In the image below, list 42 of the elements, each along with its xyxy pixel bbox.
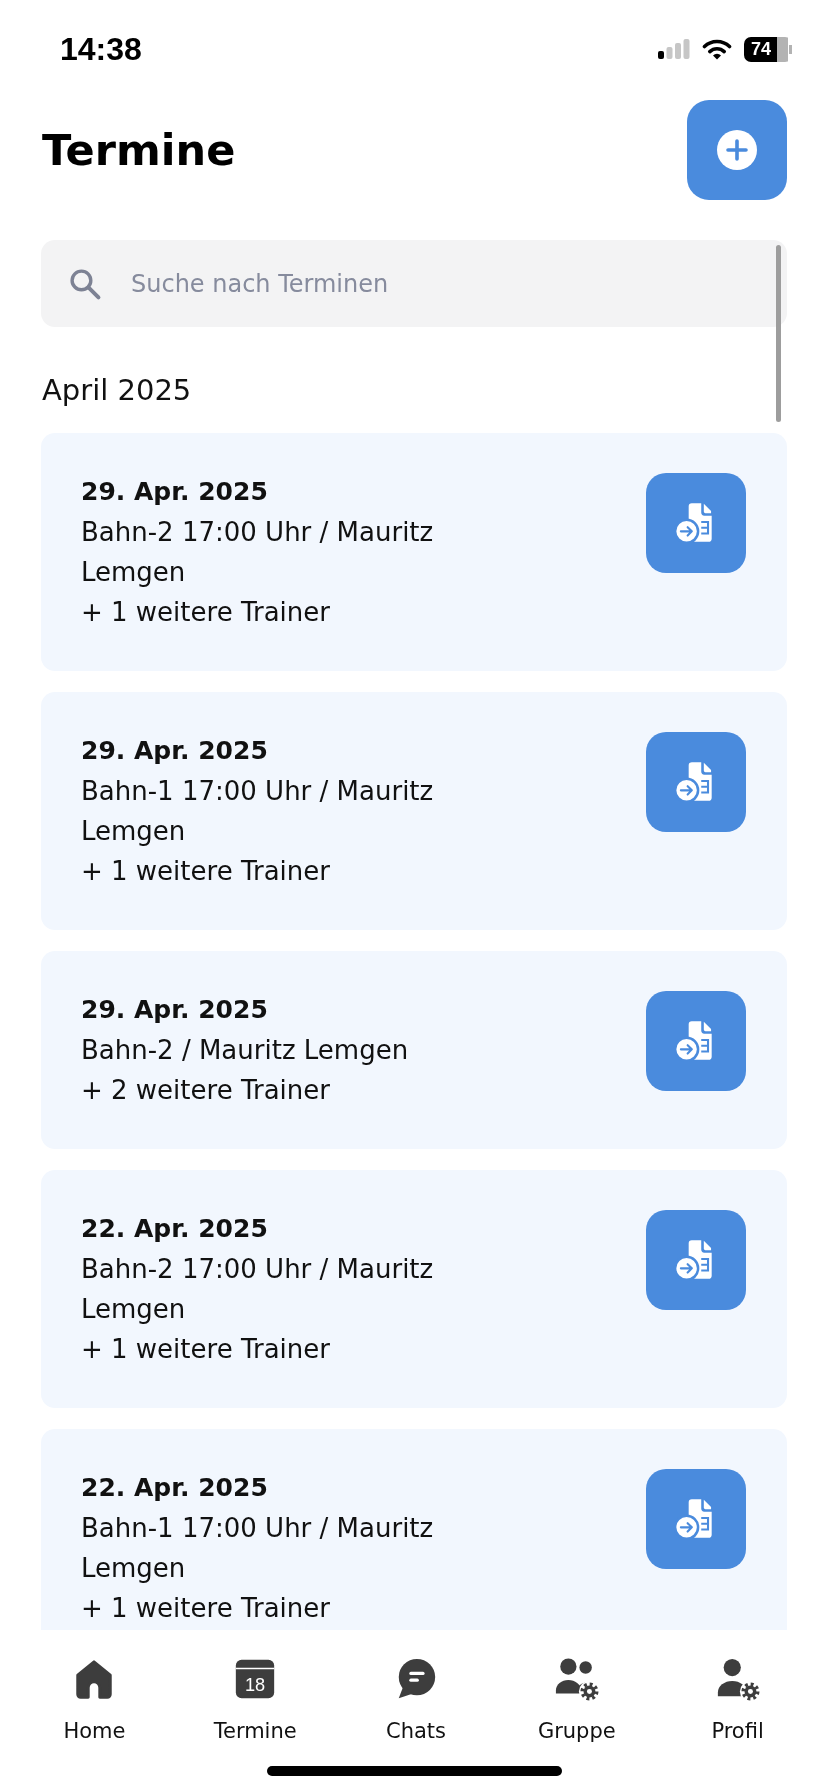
document-button[interactable] (646, 1210, 746, 1310)
appointment-date: 22. Apr. 2025 (81, 1213, 269, 1245)
tab-bar-item[interactable]: 18 Termine (213, 1656, 297, 1744)
trainer-count: + 1 weitere Trainer (81, 1592, 331, 1625)
search-field[interactable]: Suche nach Terminen (41, 240, 787, 327)
appointment-details: Bahn-1 17:00 Uhr / Mauritz Lemgen (81, 775, 435, 848)
battery-indicator: 74 (744, 36, 792, 62)
appointment-details: Bahn-2 17:00 Uhr / Mauritz Lemgen (81, 516, 435, 589)
search-input[interactable]: Suche nach Terminen (131, 263, 767, 304)
appointment-card[interactable]: 22. Apr. 2025 Bahn-2 17:00 Uhr / Mauritz Lemgen + 1 weitere Trainer (41, 1170, 787, 1408)
appointment-date: 29. Apr. 2025 (81, 476, 269, 508)
wifi-icon (702, 38, 732, 60)
document-button[interactable] (646, 732, 746, 832)
status-time: 14:38 (60, 30, 142, 68)
document-button[interactable] (646, 473, 746, 573)
document-button[interactable] (646, 1469, 746, 1569)
appointment-card[interactable]: 22. Apr. 2025 Bahn-1 17:00 Uhr / Mauritz Lemgen + 1 weitere Trainer (41, 1429, 787, 1630)
group-settings-icon (553, 1656, 600, 1702)
appointment-date: 29. Apr. 2025 (81, 735, 269, 767)
trainer-count: + 1 weitere Trainer (81, 1333, 331, 1366)
appointment-details: Bahn-2 17:00 Uhr / Mauritz Lemgen (81, 1253, 435, 1326)
plus-icon (717, 130, 757, 170)
signal-icon (658, 39, 690, 59)
month-heading: April 2025 (42, 372, 193, 408)
appointment-card[interactable]: 29. Apr. 2025 Bahn-2 17:00 Uhr / Mauritz Lemgen + 1 weitere Trainer (41, 433, 787, 671)
appointment-card[interactable]: 29. Apr. 2025 Bahn-1 17:00 Uhr / Mauritz Lemgen + 1 weitere Trainer (41, 692, 787, 930)
tab-bar-item[interactable]: Chats (385, 1656, 446, 1744)
tab-bar-item[interactable]: Home (63, 1656, 126, 1744)
appointment-card[interactable]: 29. Apr. 2025 Bahn-2 / Mauritz Lemgen + 2 weitere Trainer (41, 951, 787, 1149)
add-button[interactable] (687, 100, 787, 200)
tab-bar-item[interactable]: Profil (711, 1656, 764, 1744)
appointment-date: 22. Apr. 2025 (81, 1472, 269, 1504)
appointment-details: Bahn-2 / Mauritz Lemgen (81, 1034, 410, 1067)
search-icon (68, 266, 102, 301)
trainer-count: + 2 weitere Trainer (81, 1074, 331, 1107)
trainer-count: + 1 weitere Trainer (81, 596, 331, 629)
trainer-count: + 1 weitere Trainer (81, 855, 331, 888)
appointment-details: Bahn-1 17:00 Uhr / Mauritz Lemgen (81, 1512, 435, 1585)
tab-bar-item[interactable]: Gruppe (537, 1656, 616, 1744)
appointment-date: 29. Apr. 2025 (81, 994, 269, 1026)
page-title: Termine (42, 125, 236, 175)
document-button[interactable] (646, 991, 746, 1091)
